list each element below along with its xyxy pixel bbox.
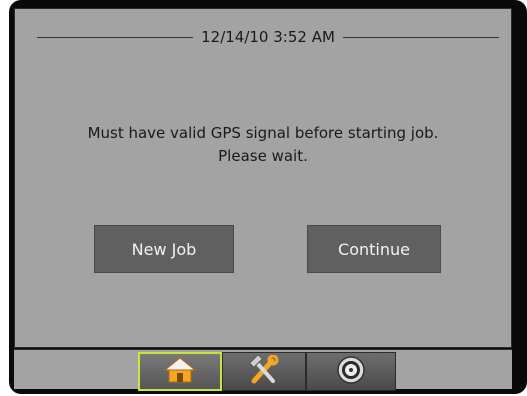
gauge-icon — [336, 355, 366, 389]
header-rule-right — [342, 36, 500, 38]
main-screen: 12/14/10 3:52 AM Must have valid GPS sig… — [14, 8, 512, 348]
continue-button[interactable]: Continue — [307, 225, 441, 273]
datetime-label: 12/14/10 3:52 AM — [201, 28, 335, 46]
new-job-button[interactable]: New Job — [94, 225, 234, 273]
header-rule-left — [37, 36, 194, 38]
message-line-1: Must have valid GPS signal before starti… — [87, 124, 439, 142]
home-icon — [163, 356, 197, 388]
tools-icon — [247, 353, 281, 389]
message-line-2: Please wait. — [218, 147, 308, 165]
tab-gauge[interactable] — [306, 352, 396, 391]
tab-tools[interactable] — [222, 352, 306, 391]
datetime-header: 12/14/10 3:52 AM — [37, 27, 500, 47]
gps-warning-message: Must have valid GPS signal before starti… — [15, 122, 511, 168]
tab-home[interactable] — [138, 352, 222, 391]
